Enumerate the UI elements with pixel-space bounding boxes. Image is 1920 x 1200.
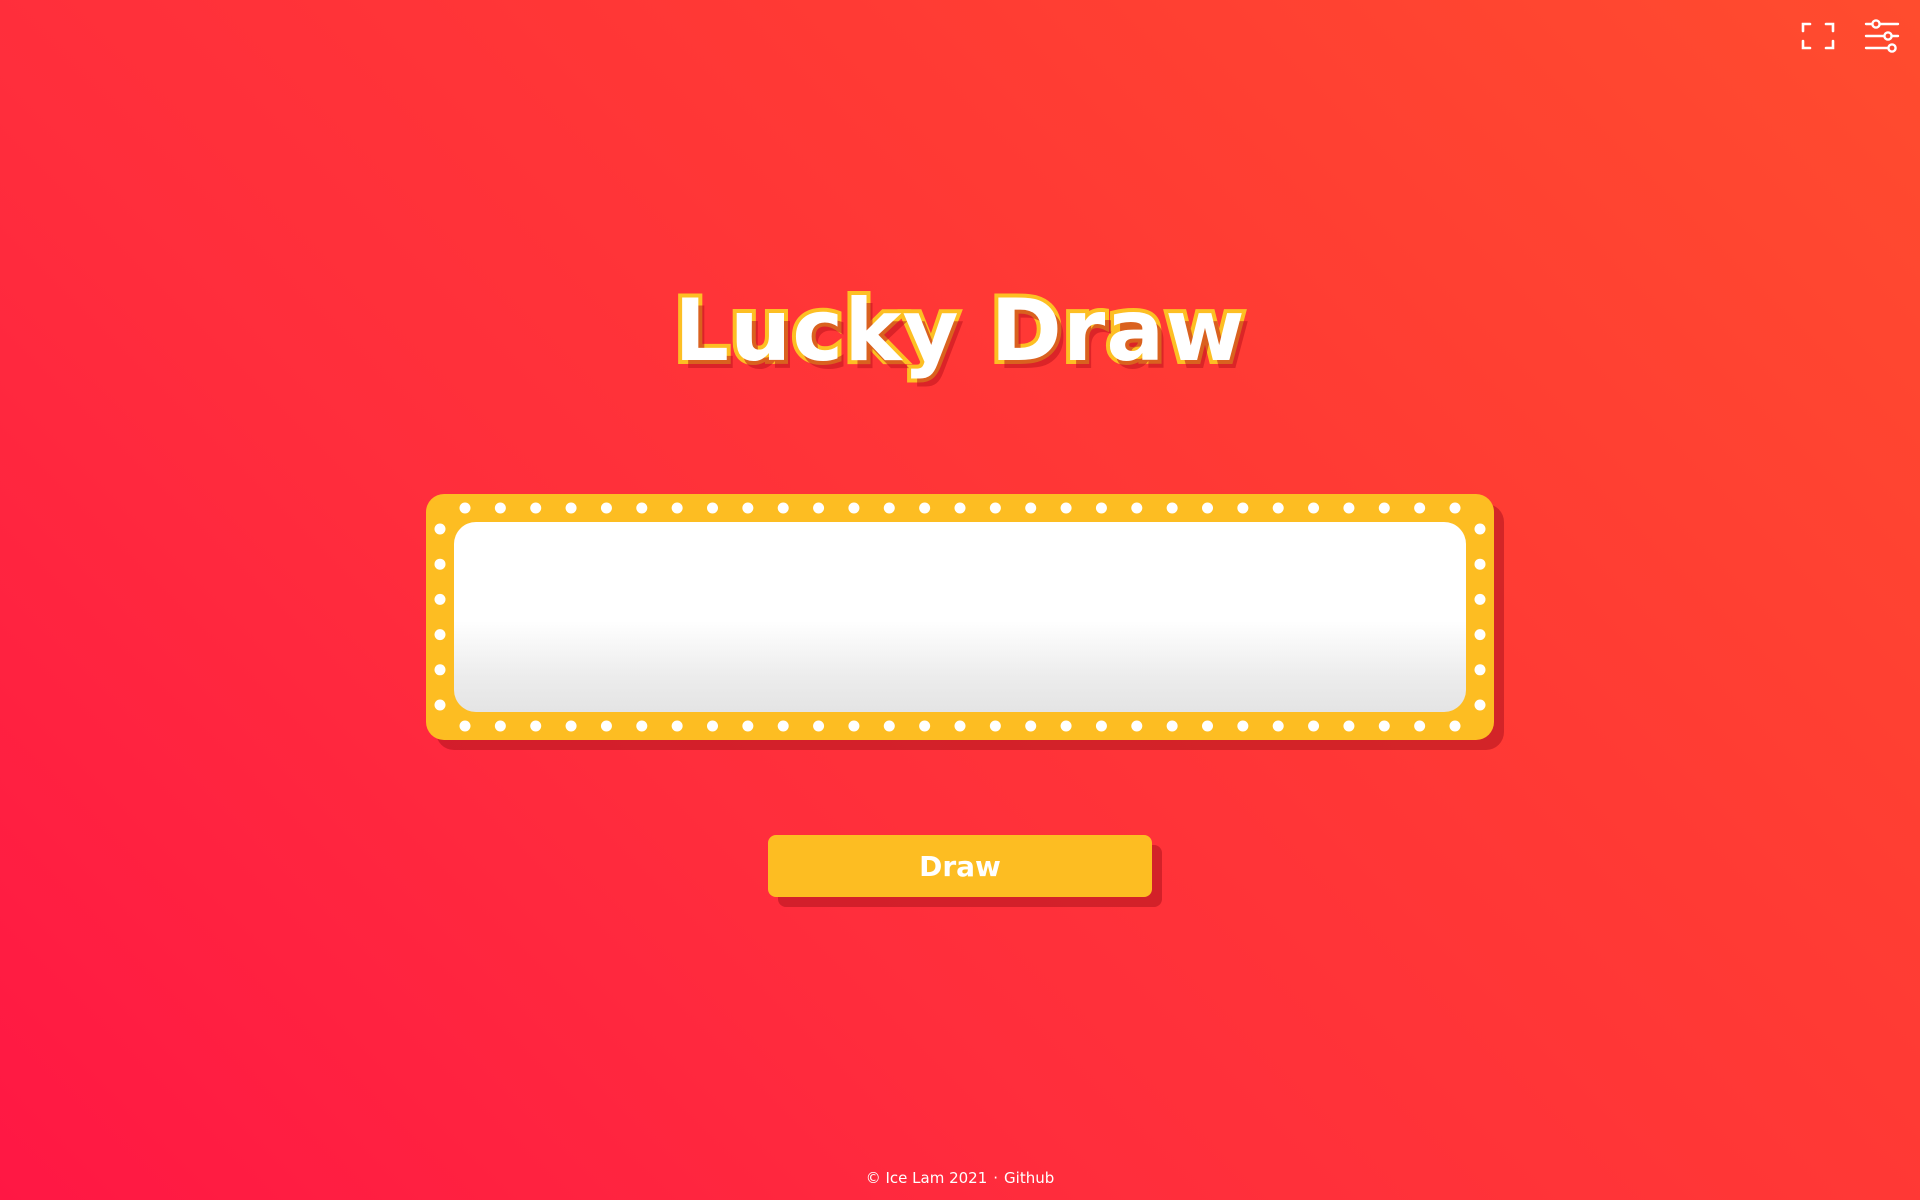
marquee-light — [1202, 720, 1213, 732]
marquee-light — [707, 720, 718, 732]
marquee-light — [1474, 593, 1486, 605]
marquee-light — [1060, 720, 1072, 732]
marquee-light — [671, 502, 683, 514]
fullscreen-button[interactable] — [1798, 18, 1838, 58]
marquee-light — [1343, 720, 1355, 732]
marquee-light — [1095, 502, 1107, 514]
marquee-light — [565, 502, 577, 514]
draw-button[interactable]: Draw — [768, 835, 1152, 897]
marquee-light — [1474, 523, 1486, 535]
marquee-light — [742, 720, 754, 732]
marquee-light — [919, 502, 931, 514]
marquee-light — [1237, 502, 1249, 514]
marquee-light — [777, 502, 789, 514]
marquee-light — [530, 502, 542, 514]
footer: © Ice Lam 2021 · Github — [0, 1171, 1920, 1186]
marquee-light — [848, 720, 860, 732]
marquee-light — [1025, 720, 1037, 732]
marquee-light — [1474, 629, 1486, 641]
marquee-light — [1131, 502, 1143, 514]
marquee-light — [777, 720, 789, 732]
marquee-light — [434, 699, 446, 711]
footer-separator: · — [993, 1169, 999, 1187]
marquee-light — [1343, 502, 1355, 514]
marquee-light — [600, 502, 612, 514]
marquee-light — [1308, 720, 1320, 732]
marquee-light — [707, 502, 718, 514]
marquee-light — [434, 593, 446, 605]
marquee-light — [434, 523, 446, 535]
marquee-light — [1449, 502, 1461, 514]
marquee-light — [1378, 720, 1390, 732]
marquee-light — [1166, 720, 1178, 732]
github-link[interactable]: Github — [1004, 1169, 1054, 1187]
marquee-light — [1449, 720, 1461, 732]
marquee-light — [459, 720, 471, 732]
marquee-light — [1025, 502, 1037, 514]
marquee-light — [1166, 502, 1178, 514]
marquee-light — [494, 502, 506, 514]
marquee-light — [1131, 720, 1143, 732]
marquee-light — [1060, 502, 1072, 514]
marquee-light — [530, 720, 542, 732]
marquee-light — [813, 502, 825, 514]
marquee-light — [1474, 699, 1486, 711]
draw-result-display — [454, 522, 1466, 712]
marquee-light — [1474, 664, 1486, 676]
marquee-light — [434, 558, 446, 570]
marquee-light — [1474, 558, 1486, 570]
marquee-light — [989, 502, 1001, 514]
marquee-light — [636, 720, 648, 732]
marquee-board — [426, 494, 1494, 740]
marquee-light — [883, 502, 895, 514]
settings-button[interactable] — [1862, 18, 1902, 58]
marquee-light — [1202, 502, 1213, 514]
marquee-light — [848, 502, 860, 514]
settings-sliders-icon — [1864, 19, 1900, 57]
marquee-light — [989, 720, 1001, 732]
marquee-light — [600, 720, 612, 732]
marquee-light — [459, 502, 471, 514]
marquee-light — [813, 720, 825, 732]
marquee-light — [434, 664, 446, 676]
marquee-light — [671, 720, 683, 732]
marquee-light — [434, 629, 446, 641]
marquee-light — [636, 502, 648, 514]
fullscreen-icon — [1801, 22, 1835, 54]
page-title: Lucky Draw — [670, 281, 1248, 381]
marquee-light — [1272, 502, 1284, 514]
marquee-light — [565, 720, 577, 732]
marquee-light — [1095, 720, 1107, 732]
marquee-light — [954, 502, 966, 514]
marquee-light — [1308, 502, 1320, 514]
marquee-light — [1414, 502, 1426, 514]
marquee-light — [494, 720, 506, 732]
marquee-light — [1378, 502, 1390, 514]
marquee-light — [1414, 720, 1426, 732]
marquee-light — [742, 502, 754, 514]
marquee-light — [954, 720, 966, 732]
marquee-light — [1272, 720, 1284, 732]
copyright-text: © Ice Lam 2021 — [865, 1169, 988, 1187]
marquee-light — [1237, 720, 1249, 732]
marquee-light — [883, 720, 895, 732]
marquee-light — [919, 720, 931, 732]
